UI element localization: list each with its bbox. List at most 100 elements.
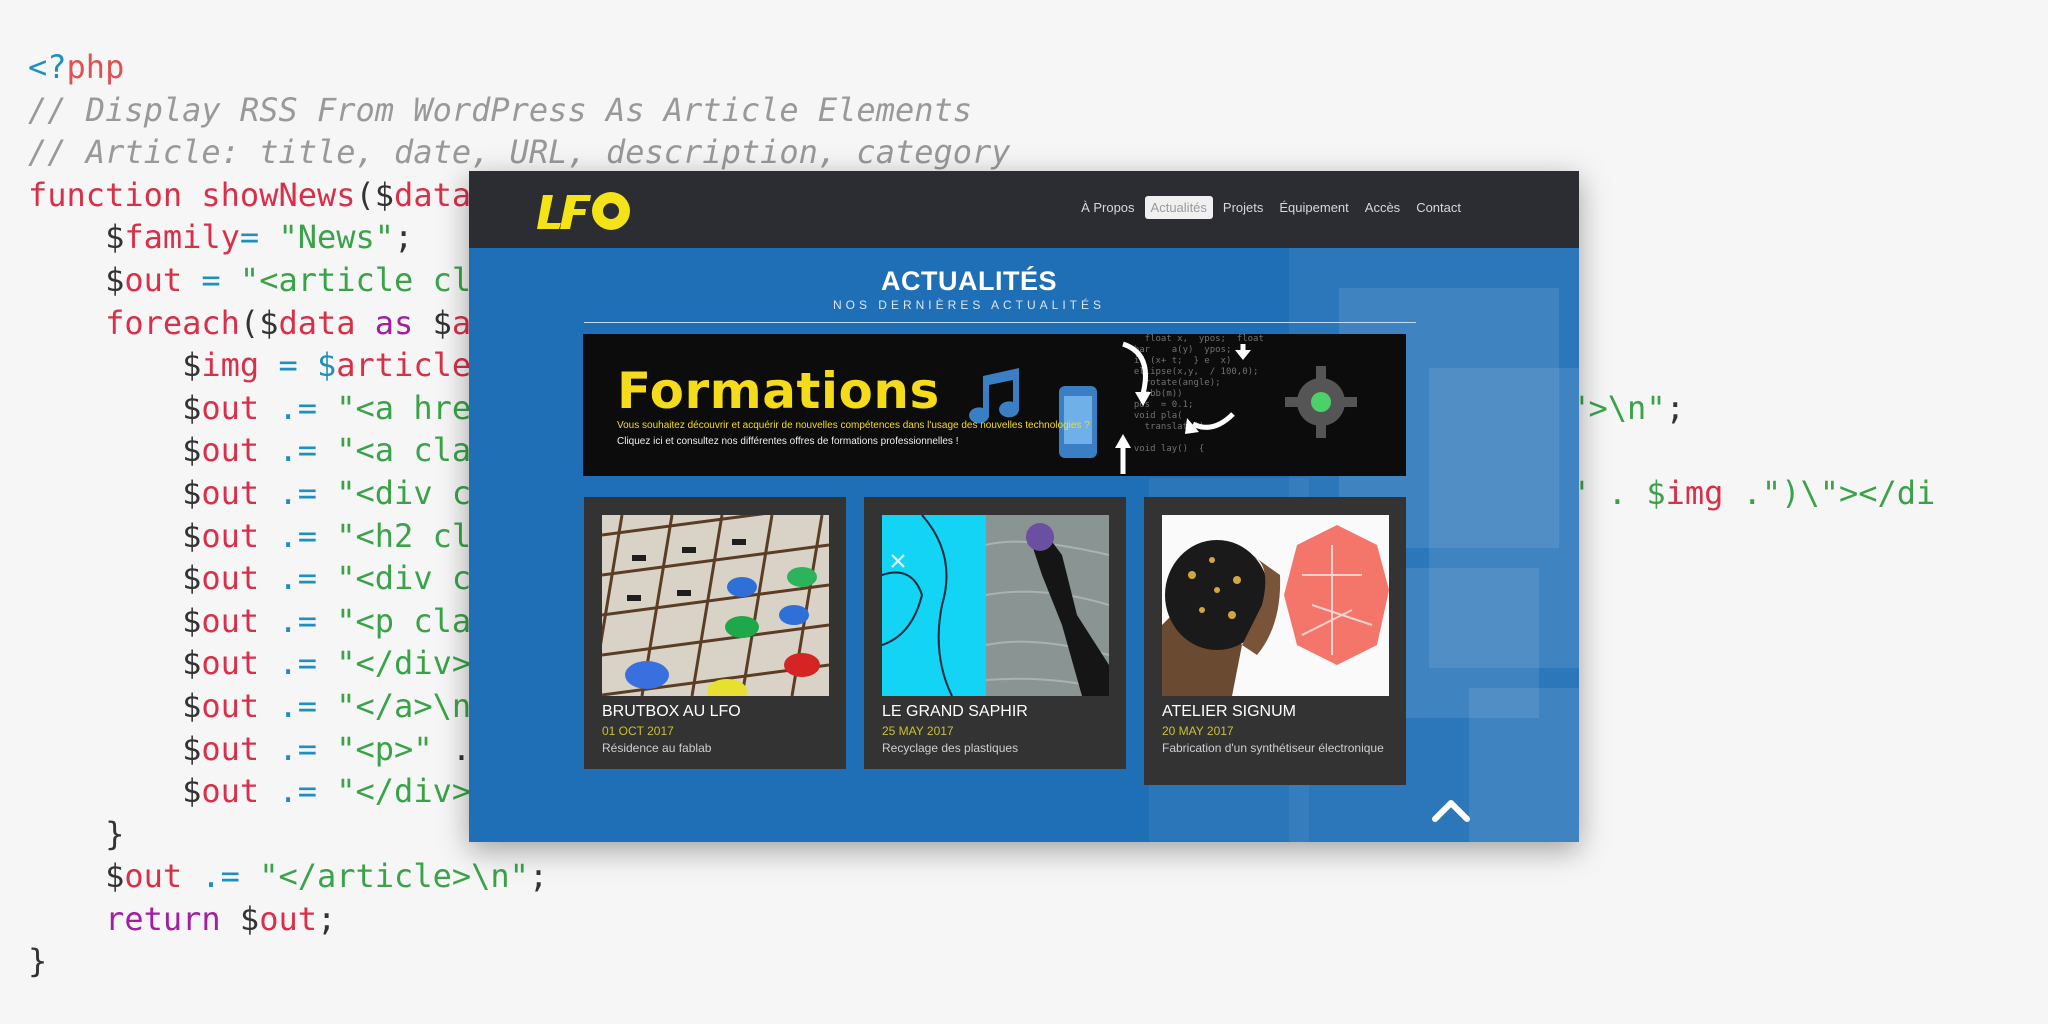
code-token: data [278, 303, 356, 342]
code-token: $ [28, 260, 125, 299]
code-token: } [28, 814, 125, 853]
code-token: .= [259, 772, 337, 811]
code-token: ; [394, 218, 414, 257]
code-line: return $out; [28, 898, 1935, 941]
code-token: out [201, 729, 260, 768]
code-line: } [28, 940, 1935, 983]
code-token: out [201, 559, 260, 598]
code-token: foreach [105, 303, 240, 342]
code-line: // Article: title, date, URL, descriptio… [28, 131, 1935, 174]
code-token: as [374, 303, 414, 342]
code-token: $ [28, 601, 202, 640]
nav-item[interactable]: À Propos [1075, 196, 1140, 219]
code-token: $ [28, 516, 202, 555]
code-token: .= [259, 473, 337, 512]
code-token: $ [28, 644, 202, 683]
code-token: "<a cla [336, 431, 472, 470]
code-token: .= [259, 388, 337, 427]
code-token: function [28, 175, 202, 214]
site-header: À Propos Actualités Projets Équipement Accès… [469, 171, 1579, 248]
code-token: $ [28, 772, 202, 811]
code-token: $ [28, 431, 202, 470]
code-token: out [201, 516, 260, 555]
card-date: 01 OCT 2017 [602, 724, 674, 738]
code-token: $ [220, 899, 260, 938]
nav-item[interactable]: Accès [1359, 196, 1406, 219]
card-title: ATELIER SIGNUM [1162, 703, 1296, 720]
code-token: .= [259, 644, 337, 683]
code-token: "<article cl [239, 260, 472, 299]
code-token: = [239, 218, 279, 257]
card-image-circuit [1162, 515, 1389, 696]
code-token: ; [316, 899, 337, 938]
code-line: <?php [28, 46, 1935, 89]
code-token: = [182, 260, 240, 299]
code-token: out [201, 772, 260, 811]
news-card-grand-saphir[interactable]: LE GRAND SAPHIR 25 MAY 2017 Recyclage de… [864, 497, 1126, 769]
page-subtitle: NOS DERNIÈRES ACTUALITÉS [832, 298, 1106, 312]
code-token: } [28, 942, 48, 981]
code-token: "<a hre [336, 388, 472, 427]
news-card-brutbox[interactable]: BRUTBOX AU LFO 01 OCT 2017 Résidence au … [584, 497, 846, 769]
code-token: "<div c [336, 473, 472, 512]
website-screenshot: À Propos Actualités Projets Équipement Accès… [469, 171, 1579, 842]
code-token: ; [528, 857, 549, 896]
code-token: "<h2 cl [336, 516, 472, 555]
arrows-decoration-icon [1115, 341, 1251, 474]
code-token: data [394, 175, 472, 214]
code-token: "</a>\n [336, 686, 472, 725]
code-token: .= [259, 559, 337, 598]
code-token: "News" [278, 218, 395, 257]
divider [584, 322, 1416, 323]
banner-text-2: Cliquez ici et consultez nos différentes… [617, 436, 959, 447]
code-line: // Display RSS From WordPress As Article… [28, 89, 1935, 132]
code-token: .= [259, 601, 337, 640]
card-title: LE GRAND SAPHIR [882, 703, 1028, 720]
news-card-signum[interactable]: ATELIER SIGNUM 20 MAY 2017 Fabrication d… [1144, 497, 1406, 785]
lfo-logo[interactable] [533, 189, 643, 231]
nav-item[interactable]: Projets [1217, 196, 1269, 219]
nav-item[interactable]: Contact [1410, 196, 1467, 219]
code-token: .= [259, 729, 337, 768]
code-token: "<div c [336, 559, 472, 598]
code-token: ; [1665, 388, 1685, 427]
card-date: 20 MAY 2017 [1162, 724, 1234, 738]
code-token: .")\"></di [1723, 473, 1936, 512]
code-token: "</div> [336, 644, 472, 683]
code-token: $ [28, 218, 125, 257]
card-description: Résidence au fablab [602, 741, 712, 755]
code-token: .= [259, 516, 337, 555]
news-section: ACTUALITÉS NOS DERNIÈRES ACTUALITÉS floa… [469, 248, 1579, 842]
code-token: "</div> [336, 772, 472, 811]
code-token: $ [28, 729, 202, 768]
banner-text-1: Vous souhaitez découvrir et acquérir de … [617, 420, 1090, 431]
nav-item[interactable]: Actualités [1144, 196, 1213, 219]
code-token: family [124, 218, 240, 257]
code-token: php [66, 48, 125, 86]
code-token: return [105, 899, 221, 938]
code-token: = $ [259, 346, 337, 385]
banner-title: Formations [617, 362, 940, 420]
code-token: img [1665, 473, 1724, 512]
nav-item[interactable]: Équipement [1273, 196, 1354, 219]
chevron-up-icon[interactable] [1431, 797, 1471, 823]
code-token: .= [259, 686, 337, 725]
code-token: .= [182, 857, 260, 896]
code-token: . [432, 729, 472, 768]
code-token: out [201, 601, 260, 640]
code-token: ($ [239, 303, 279, 342]
code-token: $ [28, 686, 202, 725]
formations-banner[interactable]: float x, ypos; float bar a(y) ypos; if (… [583, 334, 1406, 476]
page-title: ACTUALITÉS [881, 266, 1057, 296]
code-token: out [259, 899, 317, 938]
card-description: Recyclage des plastiques [882, 741, 1019, 755]
code-token: out [201, 473, 260, 512]
card-image-swimmer [882, 515, 1109, 696]
code-token: "<p cla [336, 601, 472, 640]
code-token: out [201, 686, 260, 725]
code-token: img [201, 346, 260, 385]
code-token: $ [28, 388, 202, 427]
